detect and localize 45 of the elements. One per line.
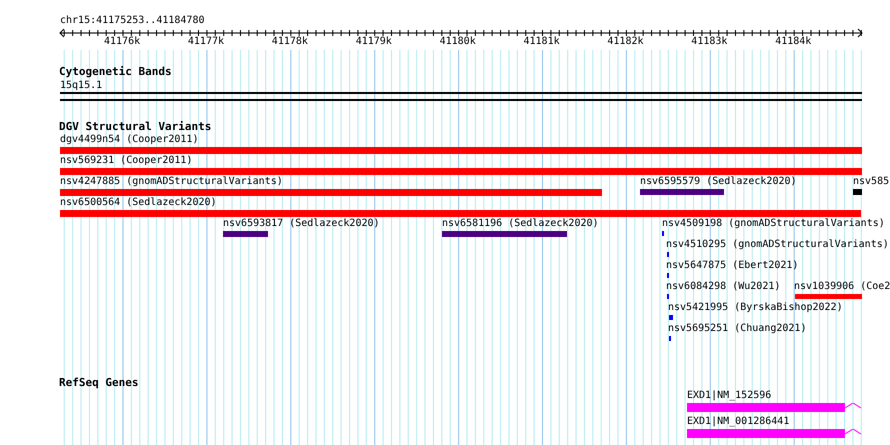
variant-label: nsv6595579 (Sedlazeck2020) [640, 176, 797, 188]
variant-label: nsv4510295 (gnomADStructuralVariants) [666, 239, 889, 251]
variant-label: nsv6084298 (Wu2021) [666, 281, 780, 293]
variant-label: nsv6593817 (Sedlazeck2020) [223, 218, 380, 230]
variant-label: nsv5421995 (ByrskaBishop2022) [668, 302, 843, 314]
gene-label: EXD1|NM_152596 [687, 390, 772, 402]
tick-label: 41183k [691, 36, 728, 48]
variant-bar[interactable] [60, 210, 861, 217]
variant-bar[interactable] [60, 168, 862, 175]
gene-exon-bar[interactable] [687, 403, 845, 412]
tick-label: 41184k [775, 36, 812, 48]
variant-bar[interactable] [60, 147, 862, 154]
variant-label: nsv585 [853, 176, 890, 188]
variant-label: nsv5695251 (Chuang2021) [668, 323, 806, 335]
variant-label: nsv6500564 (Sedlazeck2020) [60, 197, 217, 209]
intron-line [845, 403, 862, 409]
variant-bar[interactable] [223, 231, 268, 237]
tick-label: 41182k [607, 36, 644, 48]
variant-label: dgv4499n54 (Cooper2011) [60, 134, 198, 146]
variant-label: nsv5647875 (Ebert2021) [666, 260, 798, 272]
gene-exon-bar[interactable] [687, 429, 845, 438]
tick-label: 41181k [524, 36, 560, 48]
track-title: DGV Structural Variants [59, 121, 212, 133]
variant-bar[interactable] [795, 294, 862, 299]
variant-label: nsv569231 (Cooper2011) [60, 155, 192, 167]
tick-label: 41178k [272, 36, 308, 48]
track-title: RefSeq Genes [59, 377, 138, 389]
variant-bar[interactable] [669, 315, 673, 320]
track-title: Cytogenetic Bands [59, 66, 172, 78]
variant-bar[interactable] [640, 189, 724, 195]
tick-label: 41176k [104, 36, 140, 48]
tick-label: 41180k [440, 36, 476, 48]
tick-label: 41177k [188, 36, 224, 48]
variant-label: nsv1039906 (Coe2 [794, 281, 890, 293]
location-label: chr15:41175253..41184780 [60, 15, 204, 27]
variant-bar[interactable] [442, 231, 567, 237]
variant-label: nsv6581196 (Sedlazeck2020) [442, 218, 599, 230]
gene-label: EXD1|NM_001286441 [687, 416, 790, 428]
variant-bar[interactable] [853, 189, 862, 195]
intron-line [845, 429, 862, 435]
variant-label: nsv4247885 (gnomADStructuralVariants) [60, 176, 283, 188]
band-label: 15q15.1 [60, 80, 102, 92]
variant-bar[interactable] [60, 189, 602, 196]
tick-label: 41179k [356, 36, 392, 48]
variant-label: nsv4509198 (gnomADStructuralVariants) [662, 218, 885, 230]
